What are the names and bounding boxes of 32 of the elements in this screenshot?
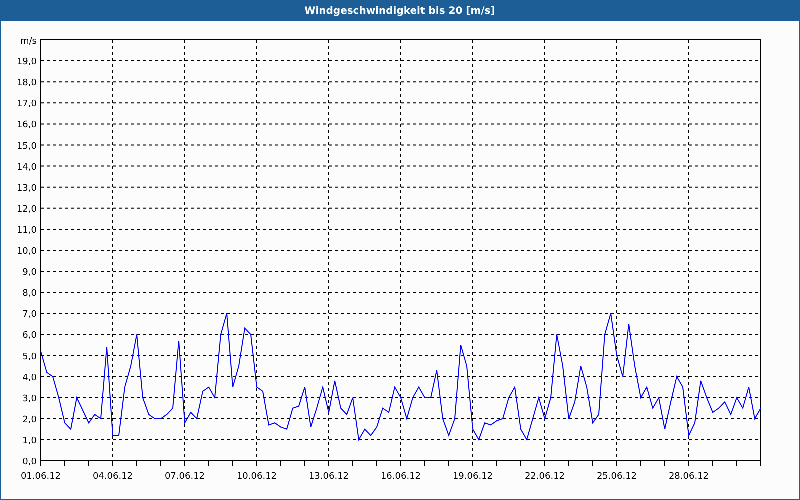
axis-tick-label: 5,0: [22, 352, 37, 362]
axis-tick-label: 13.06.12: [308, 472, 350, 482]
axis-tick-label: 04.06.12: [92, 472, 134, 482]
axis-tick-label: 3,0: [22, 394, 37, 404]
axis-tick-label: 28.06.12: [668, 472, 710, 482]
axis-tick-label: 8,0: [22, 289, 37, 300]
axis-tick-label: 17,0: [16, 100, 37, 110]
axis-tick-label: 9,0: [22, 268, 37, 278]
axis-tick-label: 22.06.12: [524, 472, 566, 482]
axis-tick-label: 2,0: [22, 415, 37, 426]
axis-tick-label: 1,0: [22, 436, 37, 446]
axis-tick-label: 19,0: [16, 58, 37, 68]
axis-tick-label: 0,0: [22, 458, 37, 468]
axis-tick-label: 4,0: [22, 373, 37, 384]
axis-tick-label: 25.06.12: [596, 472, 638, 482]
axis-tick-label: 16.06.12: [380, 472, 422, 482]
axis-tick-label: 6,0: [22, 331, 37, 342]
axis-tick-label: 18,0: [16, 78, 37, 89]
axis-tick-label: 13,0: [16, 184, 37, 194]
axis-tick-label: 11,0: [16, 226, 37, 236]
axis-tick-label: 10.06.12: [236, 472, 278, 482]
axis-tick-label: 15,0: [16, 142, 37, 152]
axis-tick-label: 19.06.12: [452, 472, 494, 482]
axis-tick-label: 16,0: [16, 120, 37, 131]
axis-tick-label: 01.06.12: [20, 472, 62, 482]
axis-tick-label: 14,0: [16, 162, 37, 173]
axis-tick-label: 7,0: [22, 310, 37, 320]
axis-tick-label: 12,0: [16, 204, 37, 215]
axis-tick-label: 07.06.12: [164, 472, 206, 482]
window-title-bar: Windgeschwindigkeit bis 20 [m/s]: [1, 1, 799, 21]
axis-tick-label: 10,0: [16, 247, 37, 257]
axis-unit-label: m/s: [20, 37, 37, 47]
